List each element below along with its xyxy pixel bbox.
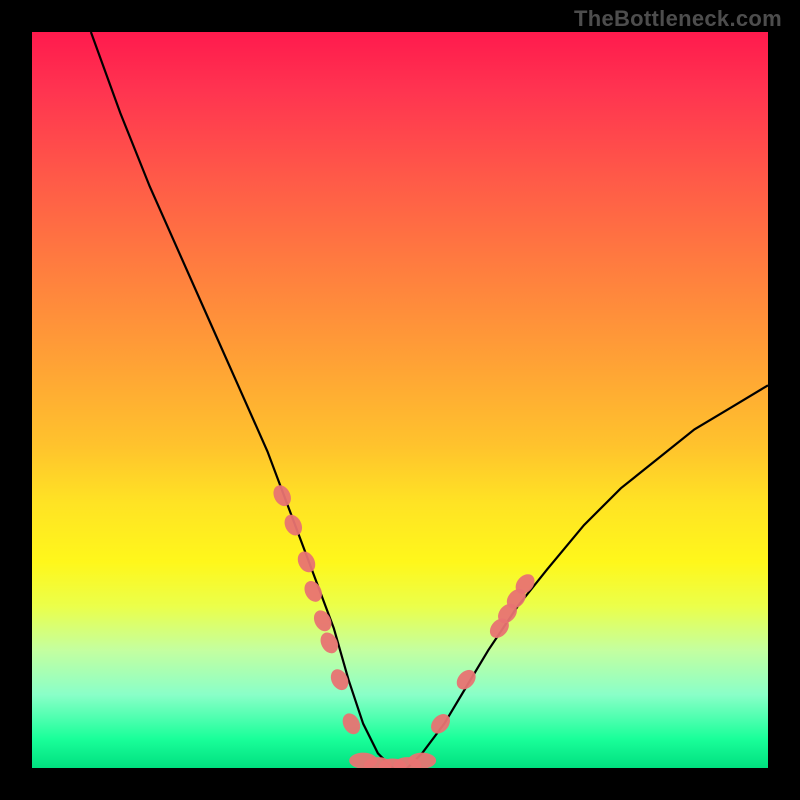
curve-line bbox=[91, 32, 768, 768]
chart-frame bbox=[32, 32, 768, 768]
watermark-text: TheBottleneck.com bbox=[574, 6, 782, 32]
marker-bottom-4 bbox=[408, 753, 436, 768]
marker-left-1 bbox=[281, 512, 305, 539]
marker-left-3 bbox=[301, 578, 325, 605]
marker-group bbox=[270, 482, 538, 768]
bottleneck-curve-plot bbox=[32, 32, 768, 768]
marker-left-0 bbox=[270, 482, 294, 509]
marker-left-2 bbox=[294, 548, 318, 575]
